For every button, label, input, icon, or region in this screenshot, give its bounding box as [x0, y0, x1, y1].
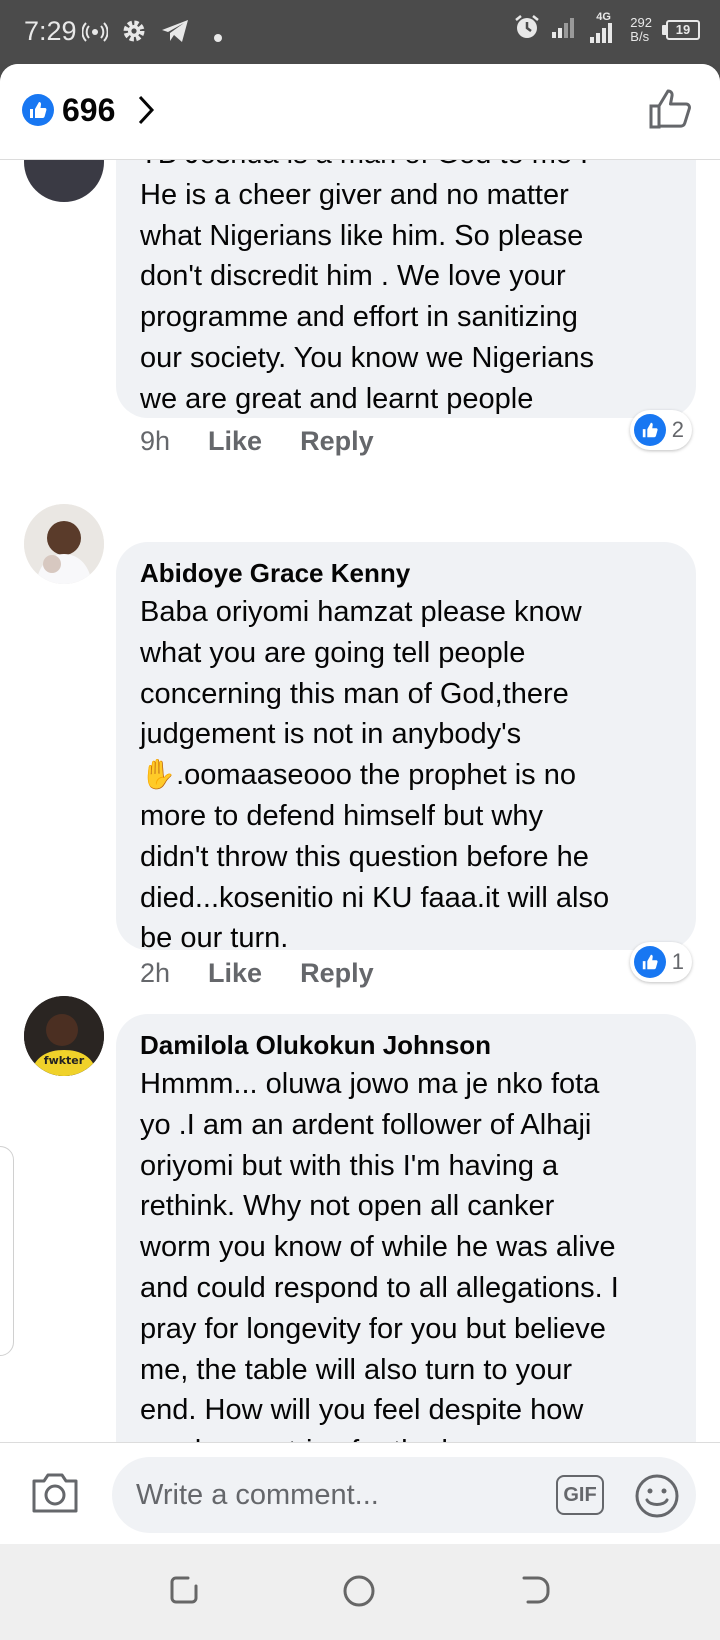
comment-actions: 9h Like Reply: [140, 426, 374, 457]
comments-list[interactable]: TB Joshua is a man of God to me . He is …: [0, 160, 720, 1442]
avatar[interactable]: fwkter: [24, 996, 104, 1076]
network-speed: 292 B/s: [630, 14, 652, 44]
comment-bubble[interactable]: Abidoye Grace Kenny Baba oriyomi hamzat …: [116, 542, 696, 954]
battery-level: 19: [666, 19, 700, 40]
comment-text: Baba oriyomi hamzat please know what you…: [140, 596, 610, 955]
comment-composer: Write a comment... GIF: [0, 1442, 720, 1544]
signal-icon: [550, 14, 576, 45]
like-link[interactable]: Like: [208, 426, 262, 457]
status-time: 7:29: [24, 16, 77, 46]
reaction-count[interactable]: 2: [629, 410, 692, 450]
reply-link[interactable]: Reply: [300, 958, 374, 989]
camera-icon[interactable]: [30, 1471, 80, 1520]
status-right: 4G 292 B/s 19: [514, 11, 700, 45]
like-reaction-icon: [633, 946, 666, 978]
thumbs-up-icon[interactable]: [648, 88, 692, 135]
comment-text: Hmmm... oluwa jowo ma je nko fota yo .I …: [140, 1068, 619, 1442]
reply-link[interactable]: Reply: [300, 426, 374, 457]
avatar[interactable]: [24, 504, 104, 584]
comment-input[interactable]: Write a comment... GIF: [112, 1457, 696, 1533]
comment-placeholder: Write a comment...: [136, 1479, 379, 1511]
side-handle[interactable]: [0, 1146, 14, 1356]
settings-icon: [120, 17, 148, 50]
comment-actions: 2h Like Reply: [140, 958, 374, 989]
hotspot-icon: [81, 22, 109, 47]
signal-4g-icon: 4G: [586, 11, 620, 45]
like-badge-icon: [22, 94, 54, 126]
comment-text: TB Joshua is a man of God to me . He is …: [140, 160, 595, 415]
screen: 7:29 4G 292 B/s 19 696 He is a cheer giv…: [0, 0, 720, 1640]
dot-icon: [214, 29, 222, 47]
like-count: 696: [62, 92, 116, 128]
emoji-icon[interactable]: [634, 1473, 680, 1524]
battery-icon: 19: [662, 19, 700, 40]
avatar[interactable]: [24, 160, 104, 202]
reactions-header[interactable]: 696: [0, 64, 720, 160]
reaction-count[interactable]: 1: [629, 942, 692, 982]
comment-time: 9h: [140, 426, 171, 456]
home-icon[interactable]: [342, 1574, 376, 1613]
comment-author[interactable]: Damilola Olukokun Johnson: [140, 1014, 672, 1062]
like-link[interactable]: Like: [208, 958, 262, 989]
system-nav-bar: [0, 1544, 720, 1640]
telegram-icon: [160, 18, 190, 49]
avatar-text: fwkter: [44, 1054, 85, 1067]
comments-sheet: 696 TB Joshua is a man of God to me . He…: [0, 64, 720, 1544]
recents-icon[interactable]: [168, 1574, 200, 1611]
comment-bubble[interactable]: Damilola Olukokun Johnson Hmmm... oluwa …: [116, 1014, 696, 1442]
alarm-icon: [514, 14, 540, 45]
gif-button[interactable]: GIF: [556, 1475, 604, 1515]
status-bar: 7:29 4G 292 B/s 19: [0, 0, 720, 64]
comment-time: 2h: [140, 958, 171, 988]
comment-author[interactable]: Abidoye Grace Kenny: [140, 542, 672, 590]
like-reaction-icon: [633, 414, 666, 446]
back-icon[interactable]: [520, 1574, 552, 1611]
chevron-right-icon[interactable]: [136, 94, 156, 131]
comment-bubble[interactable]: TB Joshua is a man of God to me . He is …: [116, 160, 696, 418]
